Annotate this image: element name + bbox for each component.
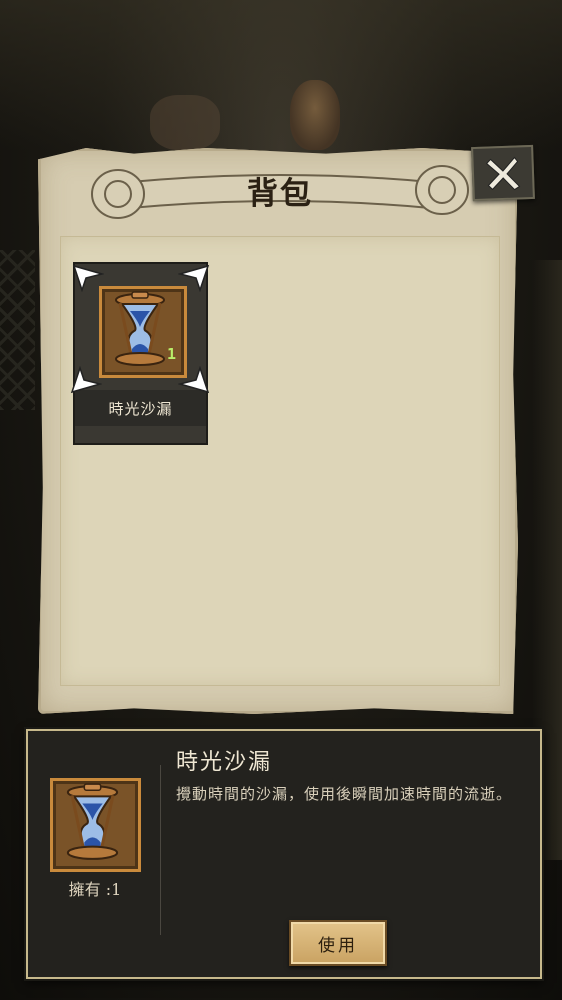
background-beam [0, 0, 562, 150]
detail-item-description: 攪動時間的沙漏，使用後瞬間加速時間的流逝。 [176, 785, 513, 803]
selection-corner-top-right-icon [178, 264, 210, 292]
selection-corner-bottom-right-icon [178, 366, 210, 394]
use-button[interactable]: 使用 [289, 920, 387, 966]
detail-divider [160, 765, 161, 935]
background-window-lattice [0, 250, 35, 410]
owned-count: 擁有 :1 [68, 880, 122, 899]
item-icon-frame [99, 286, 187, 378]
backpack-title: 背包 [247, 176, 313, 212]
background-owl [290, 80, 340, 150]
hourglass-icon [66, 783, 119, 860]
item-name-label: 時光沙漏 [108, 400, 173, 418]
close-button[interactable] [471, 144, 535, 202]
detail-item-title: 時光沙漏 [176, 750, 273, 775]
item-count: 1 [167, 345, 177, 363]
close-x-icon [485, 156, 521, 191]
background-figure-hand [150, 95, 220, 150]
selection-corner-bottom-left-icon [70, 366, 102, 394]
selection-corner-top-left-icon [72, 264, 104, 292]
detail-icon-frame [50, 778, 141, 872]
